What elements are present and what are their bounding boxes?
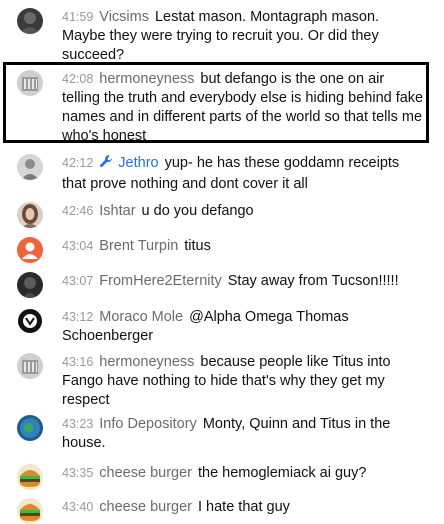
grey-building-avatar-icon[interactable] [17, 70, 43, 96]
black-emblem-avatar-icon[interactable] [17, 308, 43, 334]
message-author[interactable]: Ishtar [99, 203, 135, 219]
message-author[interactable]: Moraco Mole [99, 309, 183, 325]
message-author[interactable]: cheese burger [99, 499, 192, 515]
message-timestamp: 43:07 [62, 274, 94, 288]
message-author[interactable]: cheese burger [99, 465, 192, 481]
chat-message: 43:35 cheese burger the hemoglemiack ai gu… [0, 460, 444, 490]
message-timestamp: 43:35 [62, 466, 94, 480]
message-timestamp: 42:08 [62, 72, 94, 86]
message-timestamp: 43:12 [62, 310, 94, 324]
message-body: u do you defango [141, 203, 254, 219]
message-author[interactable]: hermoneyness [99, 71, 194, 87]
chat-message-text: 43:40 cheese burger I hate that guy [62, 498, 426, 517]
message-author[interactable]: Brent Turpin [99, 238, 178, 254]
chat-message: 43:07 FromHere2Eternity Stay away from Tuc… [0, 268, 444, 298]
message-author[interactable]: hermoneyness [99, 354, 194, 370]
chat-message: 43:12 Moraco Mole @Alpha Omega Thomas Scho… [0, 304, 444, 350]
message-author[interactable]: Vicsims [99, 9, 149, 25]
message-author[interactable]: FromHere2Eternity [99, 273, 221, 289]
chat-message: 42:46 Ishtar u do you defango [0, 198, 444, 228]
live-chat-feed: 41:59 Vicsims Lestat mason. Montagraph mas… [0, 0, 444, 524]
chat-message: 43:16 hermoneyness because people like Tit… [0, 349, 444, 409]
message-timestamp: 43:04 [62, 239, 94, 253]
chat-message-text: 43:35 cheese burger the hemoglemiack ai gu… [62, 464, 426, 483]
chat-message-text: 42:46 Ishtar u do you defango [62, 202, 426, 221]
grey-person-avatar-icon[interactable] [17, 154, 43, 180]
burger-avatar-icon[interactable] [17, 464, 43, 490]
default-orange-avatar-icon[interactable] [17, 237, 43, 263]
message-body: I hate that guy [197, 499, 290, 515]
chat-message-text: 43:12 Moraco Mole @Alpha Omega Thomas Scho… [62, 308, 426, 346]
chat-message: 43:23 Info Depository Monty, Quinn and Tit… [0, 411, 444, 455]
wrench-icon [99, 154, 114, 175]
chat-message: 42:08 hermoneyness but defango is the one … [0, 66, 444, 144]
message-timestamp: 42:12 [62, 156, 94, 170]
dark-figure-avatar-icon[interactable] [17, 272, 43, 298]
chat-message: 43:04 Brent Turpin titus [0, 233, 444, 263]
chat-message-text: 42:12 Jethro yup- he has these goddamn rec… [62, 154, 426, 194]
message-body: Stay away from Tucson!!!!! [227, 273, 399, 289]
chat-message-text: 43:07 FromHere2Eternity Stay away from Tuc… [62, 272, 426, 291]
chat-message: 43:40 cheese burger I hate that guy [0, 494, 444, 524]
message-author[interactable]: Jethro [118, 155, 158, 171]
grey-building-avatar-icon[interactable] [17, 353, 43, 379]
message-timestamp: 42:46 [62, 204, 94, 218]
message-body: the hemoglemiack ai guy? [197, 465, 367, 481]
blue-green-globe-avatar-icon[interactable] [17, 415, 43, 441]
chat-message-text: 42:08 hermoneyness but defango is the one … [62, 70, 426, 146]
woman-photo-avatar-icon[interactable] [17, 202, 43, 228]
message-author[interactable]: Info Depository [99, 416, 197, 432]
message-timestamp: 41:59 [62, 10, 94, 24]
message-timestamp: 43:16 [62, 355, 94, 369]
chat-message: 41:59 Vicsims Lestat mason. Montagraph mas… [0, 4, 444, 63]
chat-message-text: 41:59 Vicsims Lestat mason. Montagraph mas… [62, 8, 426, 65]
chat-message-text: 43:16 hermoneyness because people like Tit… [62, 353, 426, 410]
message-timestamp: 43:40 [62, 500, 94, 514]
burger-avatar-icon[interactable] [17, 498, 43, 524]
message-body: titus [184, 238, 211, 254]
dark-profile-avatar-icon[interactable] [17, 8, 43, 34]
chat-message-text: 43:04 Brent Turpin titus [62, 237, 426, 256]
chat-message-text: 43:23 Info Depository Monty, Quinn and Tit… [62, 415, 426, 453]
message-timestamp: 43:23 [62, 417, 94, 431]
chat-message: 42:12 Jethro yup- he has these goddamn rec… [0, 150, 444, 196]
